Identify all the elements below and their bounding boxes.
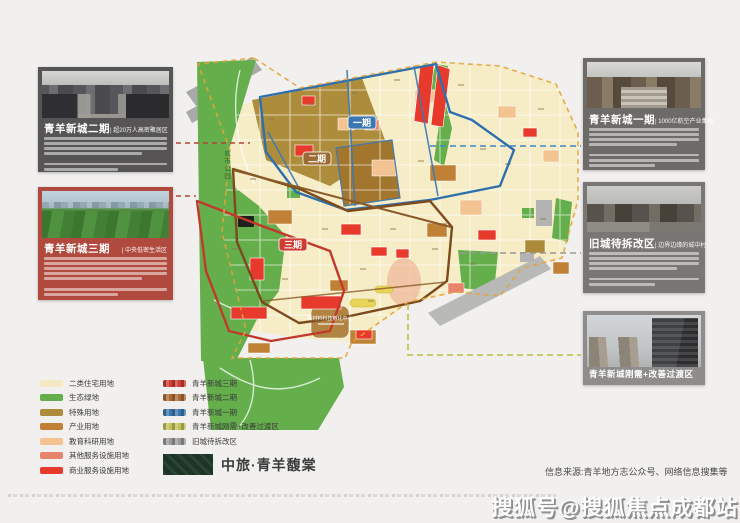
callout-tag: | 超20万人高密聚居区 bbox=[110, 125, 168, 134]
project-highlight bbox=[387, 258, 421, 306]
legend-item: 青羊新城一期 bbox=[163, 405, 279, 420]
legend-item: 生态绿地 bbox=[40, 391, 129, 406]
legend-land-use: 二类住宅用地 生态绿地 特殊用地 产业用地 教育科研用地 其他服务设施用地 商业… bbox=[40, 376, 129, 478]
legend-swatch bbox=[163, 394, 186, 401]
callout-tag: | 1000亿航空产业集群 bbox=[655, 116, 714, 125]
svg-text:一期: 一期 bbox=[353, 117, 371, 128]
masterplan-infographic: { "page": {"background": "#f1f0ee"}, "ma… bbox=[0, 0, 740, 523]
legend-item: 特殊用地 bbox=[40, 405, 129, 420]
legend-swatch bbox=[163, 380, 186, 387]
callout-body-text bbox=[44, 137, 167, 173]
phase3-badge: 三期 bbox=[279, 238, 307, 251]
legend-swatch bbox=[40, 467, 63, 474]
info-source-text: 信息来源:青羊地方志公众号、网络信息搜集等 bbox=[545, 465, 728, 478]
callout-head: 旧城待拆改区 | 边界边缘的城中村 bbox=[589, 236, 699, 251]
legend-item: 产业用地 bbox=[40, 420, 129, 435]
legend-swatch bbox=[40, 409, 63, 416]
legend-zones: 青羊新城三期 青羊新城二期 青羊新城一期 青羊新城刚需+改善过渡区 旧城待拆改区 bbox=[163, 376, 279, 449]
legend-swatch bbox=[40, 438, 63, 445]
phase3-photo bbox=[42, 191, 169, 238]
callout-title: 旧城待拆改区 bbox=[589, 236, 655, 251]
transition-photo bbox=[587, 315, 701, 367]
legend-swatch bbox=[40, 394, 63, 401]
legend-swatch bbox=[40, 452, 63, 459]
legend-item: 旧城待拆改区 bbox=[163, 434, 279, 449]
phase1-badge: 一期 bbox=[348, 116, 376, 129]
callout-title: 青羊新城刚需+改善过渡区 bbox=[589, 368, 693, 380]
svg-text:二期: 二期 bbox=[308, 153, 326, 164]
callout-tag: | 边界边缘的城中村 bbox=[655, 240, 706, 249]
legend-item: 教育科研用地 bbox=[40, 434, 129, 449]
callout-oldtown: 旧城待拆改区 | 边界边缘的城中村 bbox=[583, 182, 705, 293]
callout-head: 青羊新城二期 | 超20万人高密聚居区 bbox=[44, 121, 167, 136]
callout-phase2: 青羊新城二期 | 超20万人高密聚居区 bbox=[38, 67, 173, 172]
phase2-photo bbox=[42, 71, 169, 118]
phase1-photo bbox=[587, 62, 701, 108]
legend-swatch bbox=[40, 380, 63, 387]
callout-body-text bbox=[44, 257, 167, 298]
legend-swatch bbox=[163, 409, 186, 416]
phase2-badge: 二期 bbox=[303, 152, 331, 165]
legend-item: 青羊新城刚需+改善过渡区 bbox=[163, 420, 279, 435]
legend-item: 商业服务设施用地 bbox=[40, 463, 129, 478]
callout-phase3: 青羊新城三期 | 中央低密生活区 bbox=[38, 187, 173, 300]
legend-item: 青羊新城三期 bbox=[163, 376, 279, 391]
legend-item: 其他服务设施用地 bbox=[40, 449, 129, 464]
callout-transition: 青羊新城刚需+改善过渡区 bbox=[583, 311, 705, 385]
legend-swatch bbox=[163, 438, 186, 445]
callout-head: 青羊新城一期 | 1000亿航空产业集群 bbox=[589, 112, 699, 127]
incubator-subline bbox=[318, 323, 344, 325]
callout-title: 青羊新城三期 bbox=[44, 241, 110, 256]
legend-swatch bbox=[40, 423, 63, 430]
callout-tag: | 中央低密生活区 bbox=[122, 245, 167, 254]
callout-head: 青羊新城三期 | 中央低密生活区 bbox=[44, 241, 167, 256]
legend-swatch bbox=[163, 423, 186, 430]
callout-body-text bbox=[589, 128, 699, 169]
disclaimer-fineprint bbox=[8, 494, 556, 497]
brand-logo: 中旅·青羊馥棠 bbox=[163, 454, 317, 475]
oldtown-photo bbox=[587, 186, 701, 232]
legend-item: 青羊新城二期 bbox=[163, 391, 279, 406]
callout-title: 青羊新城一期 bbox=[589, 112, 655, 127]
callout-body-text bbox=[589, 252, 699, 288]
watermark-text: 搜狐号@搜狐焦点成都站 bbox=[491, 491, 738, 522]
brand-logo-image bbox=[163, 454, 213, 475]
brand-logo-text: 中旅·青羊馥棠 bbox=[221, 455, 317, 475]
legend-item: 二类住宅用地 bbox=[40, 376, 129, 391]
incubator-label: 新材料科技孵化中心 bbox=[307, 315, 352, 322]
callout-title: 青羊新城二期 bbox=[44, 121, 110, 136]
callout-phase1: 青羊新城一期 | 1000亿航空产业集群 bbox=[583, 58, 705, 170]
svg-text:三期: 三期 bbox=[284, 239, 302, 250]
